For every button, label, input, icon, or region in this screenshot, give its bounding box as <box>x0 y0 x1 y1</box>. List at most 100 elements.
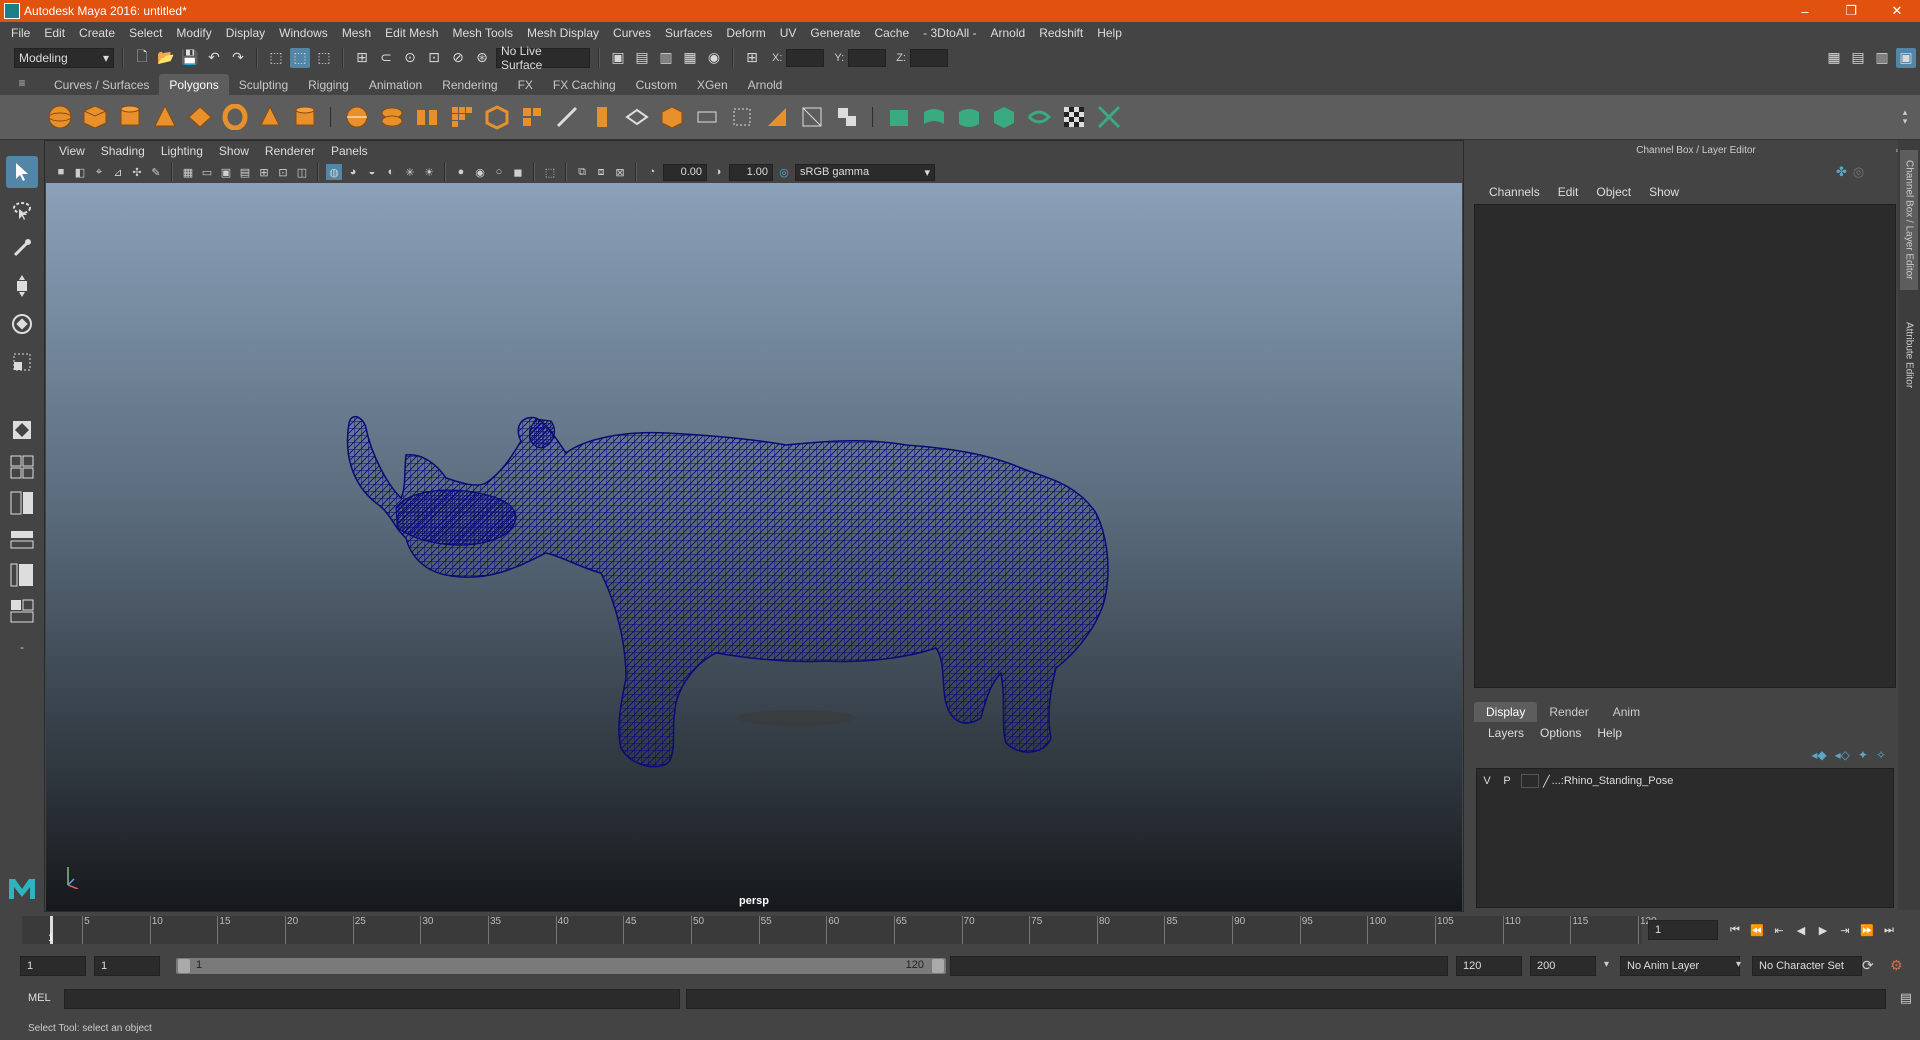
current-frame-field[interactable]: 1 <box>1648 920 1718 940</box>
menu-file[interactable]: File <box>4 26 37 40</box>
graph-editor-layout-icon[interactable] <box>6 560 38 590</box>
snap-view-plane-icon[interactable]: ⊡ <box>424 48 444 68</box>
modeling-toolkit-icon[interactable]: ▦ <box>1824 48 1844 68</box>
fill-hole-icon[interactable] <box>798 103 826 131</box>
menu-uv[interactable]: UV <box>773 26 804 40</box>
select-object-icon[interactable]: ⬚ <box>290 47 310 68</box>
menu-windows[interactable]: Windows <box>272 26 335 40</box>
command-input[interactable] <box>64 989 680 1009</box>
shelf-menu-icon[interactable]: ≡ <box>0 71 44 95</box>
safe-action-icon[interactable]: ⊡ <box>275 164 291 180</box>
two-d-pan-icon[interactable]: ✣ <box>129 164 145 180</box>
snap-point-icon[interactable]: ⊙ <box>400 48 420 68</box>
layer-playback-toggle[interactable]: P <box>1497 775 1517 787</box>
single-pane-layout-icon[interactable] <box>6 414 38 446</box>
view-transform-dropdown[interactable]: sRGB gamma ▾ <box>795 163 935 181</box>
new-layer-icon[interactable]: ✦ <box>1858 748 1868 762</box>
live-surface-icon[interactable]: ⊛ <box>472 48 492 68</box>
panel-menu-shading[interactable]: Shading <box>93 144 153 158</box>
time-slider-track[interactable]: 1 5 10 15 20 25 30 35 40 45 50 55 60 65 70 75 80 85 90 95 1… <box>22 916 1657 944</box>
snap-live-icon[interactable]: ⊘ <box>448 48 468 68</box>
safe-title-icon[interactable]: ◫ <box>294 164 310 180</box>
select-component-icon[interactable]: ⬚ <box>314 48 334 68</box>
grease-pencil-icon[interactable]: ✎ <box>148 164 164 180</box>
channel-box-key-icon[interactable]: ✤ <box>1836 164 1847 180</box>
layer-name[interactable]: ...:Rhino_Standing_Pose <box>1552 775 1674 787</box>
ipr-render-icon[interactable]: ▤ <box>632 48 652 68</box>
panel-menu-renderer[interactable]: Renderer <box>257 144 323 158</box>
poly-cone-icon[interactable] <box>151 103 179 131</box>
film-gate-icon[interactable]: ▭ <box>199 164 215 180</box>
multi-cut-icon[interactable] <box>588 103 616 131</box>
play-forwards-icon[interactable]: ▶ <box>1814 920 1832 940</box>
outliner-layout-icon[interactable] <box>6 524 38 554</box>
menu-mesh-display[interactable]: Mesh Display <box>520 26 606 40</box>
resolution-gate-icon[interactable]: ▣ <box>218 164 234 180</box>
exposure-field[interactable]: 0.00 <box>663 163 707 181</box>
menu-display[interactable]: Display <box>219 26 272 40</box>
z-field[interactable] <box>909 48 948 67</box>
shadows-icon[interactable]: ☀ <box>421 164 437 180</box>
panel-menu-panels[interactable]: Panels <box>323 144 376 158</box>
poly-sphere-icon[interactable] <box>46 103 74 131</box>
shelf-tab-xgen[interactable]: XGen <box>687 74 738 95</box>
uv-planar-icon[interactable] <box>885 103 913 131</box>
script-editor-icon[interactable]: ▤ <box>1900 990 1912 1006</box>
uv-spherical-icon[interactable] <box>955 103 983 131</box>
channel-box-content[interactable] <box>1474 204 1896 688</box>
step-back-key-icon[interactable]: ⇤ <box>1770 920 1788 940</box>
rhino-muzzle-mesh[interactable] <box>395 489 517 546</box>
poly-cube-icon[interactable] <box>81 103 109 131</box>
layer-color-swatch[interactable] <box>1521 774 1539 788</box>
bookmark-icon[interactable]: ⌖ <box>91 164 107 180</box>
two-pane-layout-icon[interactable] <box>6 488 38 518</box>
channel-box-toggle-icon[interactable]: ▣ <box>1896 47 1916 68</box>
menu-deform[interactable]: Deform <box>719 26 772 40</box>
undo-icon[interactable]: ↶ <box>204 48 224 68</box>
animation-preferences-icon[interactable]: ⚙ <box>1890 957 1903 974</box>
uv-editor-icon[interactable] <box>1095 103 1123 131</box>
shelf-scroll-icon[interactable]: ▴ ▾ <box>1896 108 1914 126</box>
menu-cache[interactable]: Cache <box>867 26 916 40</box>
gamma-icon[interactable]: ◑ <box>710 164 726 180</box>
menu-3dtoall[interactable]: - 3DtoAll - <box>916 26 983 40</box>
uv-unfold-icon[interactable] <box>1025 103 1053 131</box>
go-to-start-icon[interactable]: ⏮ <box>1726 920 1744 940</box>
layer-menu-layers[interactable]: Layers <box>1480 726 1532 740</box>
channel-box-menu-show[interactable]: Show <box>1640 185 1688 199</box>
range-start-handle[interactable] <box>178 959 190 973</box>
layer-row[interactable]: V P ╱ ...:Rhino_Standing_Pose <box>1477 773 1893 789</box>
layer-tab-display[interactable]: Display <box>1474 702 1538 722</box>
menu-curves[interactable]: Curves <box>606 26 658 40</box>
play-backwards-icon[interactable]: ◀ <box>1792 920 1810 940</box>
side-tab-attribute-editor[interactable]: Attribute Editor <box>1900 310 1918 400</box>
redo-icon[interactable]: ↷ <box>228 48 248 68</box>
character-set-dropdown[interactable]: No Character Set <box>1752 956 1862 976</box>
motion-blur-icon[interactable]: ◉ <box>472 164 488 180</box>
new-scene-icon[interactable]: 🗋 <box>132 48 152 68</box>
open-scene-icon[interactable]: 📂 <box>156 48 176 68</box>
chevron-down-icon[interactable]: ▾ <box>1604 959 1609 970</box>
snap-grid-icon[interactable]: ⊞ <box>352 48 372 68</box>
menu-edit[interactable]: Edit <box>37 26 72 40</box>
target-weld-icon[interactable] <box>623 103 651 131</box>
layer-tab-render[interactable]: Render <box>1537 702 1600 722</box>
render-frame-icon[interactable]: ▣ <box>608 48 628 68</box>
menu-mesh-tools[interactable]: Mesh Tools <box>446 26 520 40</box>
more-layouts-icon[interactable]: - <box>6 632 38 662</box>
four-pane-layout-icon[interactable] <box>6 452 38 482</box>
channel-box-menu-channels[interactable]: Channels <box>1480 185 1549 199</box>
layer-menu-options[interactable]: Options <box>1532 726 1589 740</box>
poly-pyramid-icon[interactable] <box>256 103 284 131</box>
select-tool-icon[interactable] <box>6 156 38 188</box>
playback-end-field[interactable]: 120 <box>1456 956 1522 976</box>
circularize-icon[interactable] <box>728 103 756 131</box>
exposure-icon[interactable]: ◔ <box>644 164 660 180</box>
image-plane-icon[interactable]: ⊿ <box>110 164 126 180</box>
uv-cylindrical-icon[interactable] <box>920 103 948 131</box>
shelf-tab-polygons[interactable]: Polygons <box>159 74 229 95</box>
poly-cylinder-icon[interactable] <box>116 103 144 131</box>
menu-select[interactable]: Select <box>122 26 169 40</box>
poke-icon[interactable] <box>658 103 686 131</box>
auto-key-icon[interactable]: ⟳ <box>1862 957 1874 974</box>
